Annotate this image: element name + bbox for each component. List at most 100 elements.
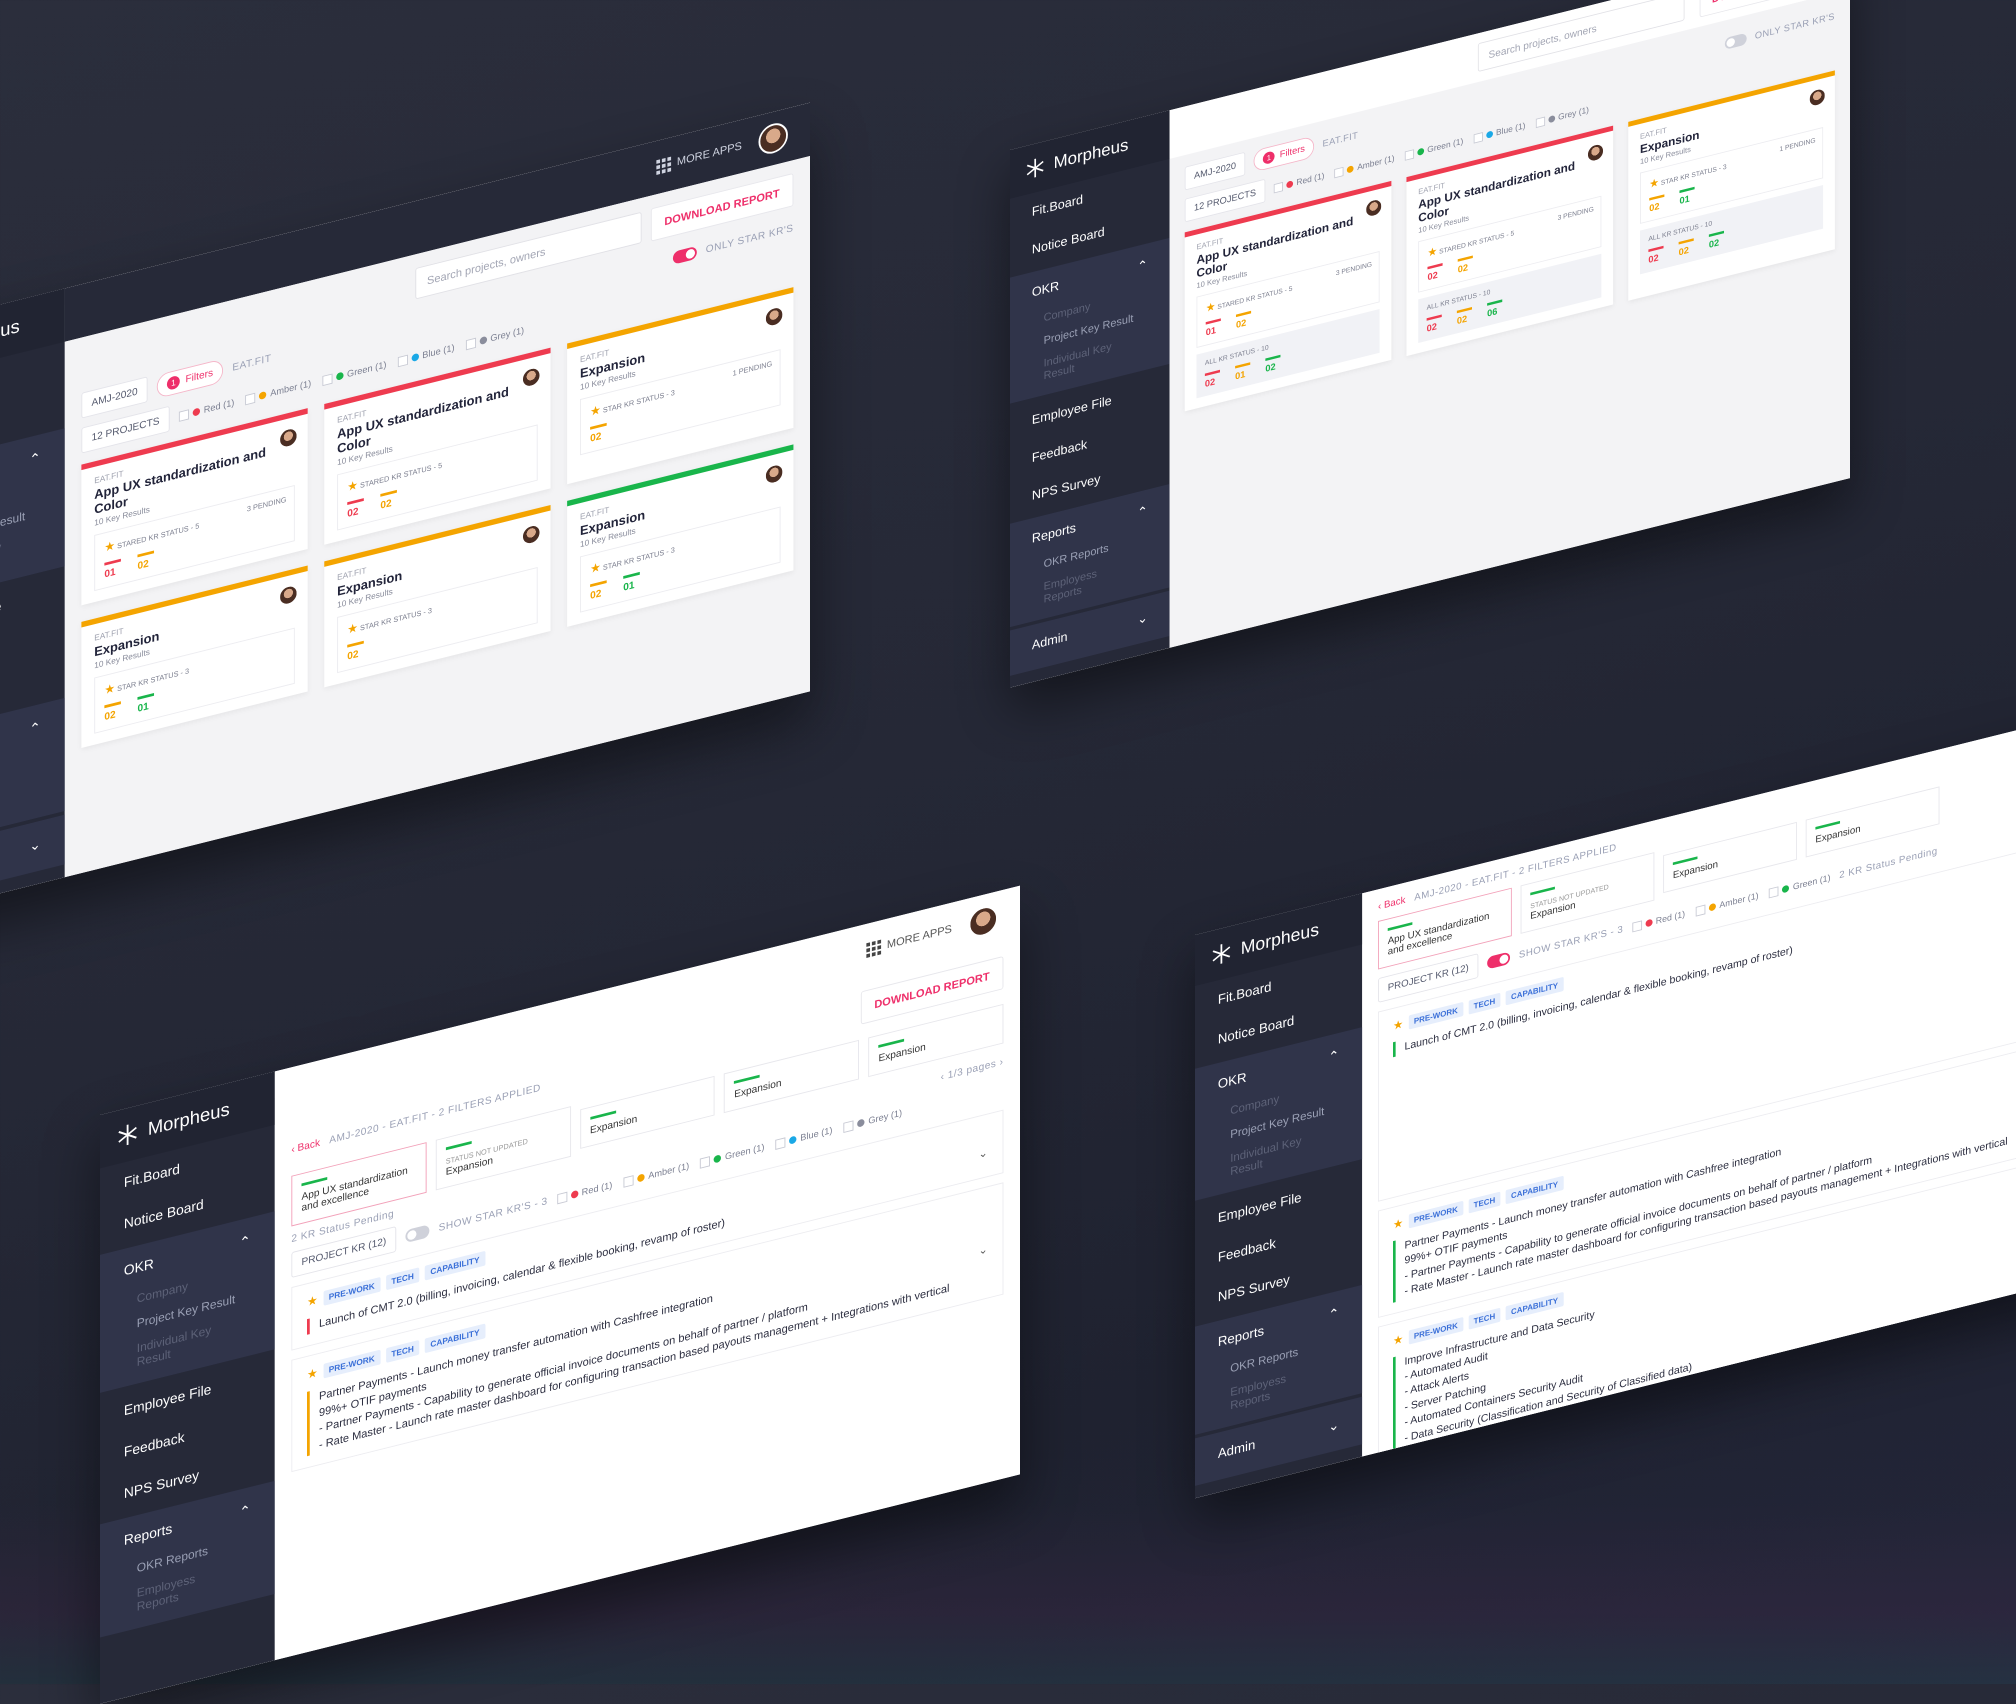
chevron-up-icon[interactable]: ⌃ xyxy=(1137,503,1148,521)
legend-blue[interactable]: Blue (1) xyxy=(397,343,455,367)
brand-name: Morpheus xyxy=(1053,135,1129,173)
sidebar: Morpheus Fit.Board Notice Board OKR⌃ Com… xyxy=(0,288,65,921)
star-icon: ★ xyxy=(347,477,358,494)
back-button[interactable]: ‹ Back xyxy=(1378,895,1405,912)
chevron-up-icon[interactable]: ⌃ xyxy=(29,719,41,738)
chevron-down-icon[interactable]: ⌄ xyxy=(979,1145,988,1160)
avatar[interactable] xyxy=(968,903,998,940)
star-icon: ★ xyxy=(104,680,116,698)
legend-green[interactable]: Green (1) xyxy=(700,1142,764,1169)
legend-grey[interactable]: Grey (1) xyxy=(843,1108,902,1133)
only-star-toggle[interactable] xyxy=(672,245,697,265)
chevron-down-icon[interactable]: ⌄ xyxy=(1137,610,1148,627)
star-icon: ★ xyxy=(307,1292,318,1310)
show-star-toggle[interactable] xyxy=(405,1224,430,1244)
legend-green[interactable]: Green (1) xyxy=(1769,873,1831,898)
chevron-up-icon[interactable]: ⌃ xyxy=(1137,257,1148,275)
back-button[interactable]: ‹ Back xyxy=(291,1137,320,1155)
legend-amber[interactable]: Amber (1) xyxy=(245,378,311,405)
nav-admin[interactable]: Admin xyxy=(1218,1437,1255,1462)
legend-blue[interactable]: Blue (1) xyxy=(775,1125,832,1150)
filters-label: Filters xyxy=(185,367,214,386)
legend-blue[interactable]: Blue (1) xyxy=(1473,121,1525,144)
filters-button[interactable]: 1 Filters xyxy=(156,358,224,399)
star-icon: ★ xyxy=(307,1365,318,1383)
kpi-red: 02 xyxy=(1427,263,1442,283)
nav-okr[interactable]: OKR xyxy=(1032,279,1059,301)
nav-reports[interactable]: Reports xyxy=(1218,1323,1264,1350)
kpi-green: 01 xyxy=(1679,187,1694,207)
nav-reports[interactable]: Reports xyxy=(1032,521,1076,547)
star-icon: ★ xyxy=(347,620,358,637)
chevron-down-icon[interactable]: ⌄ xyxy=(29,835,41,855)
chevron-up-icon[interactable]: ⌃ xyxy=(29,449,41,469)
nav-okr[interactable]: OKR xyxy=(124,1256,154,1280)
legend-amber[interactable]: Amber (1) xyxy=(1334,154,1395,178)
nav-admin[interactable]: Admin xyxy=(1032,630,1068,654)
tag-tech: TECH xyxy=(385,1340,420,1364)
kpi-green: 02 xyxy=(1709,231,1724,251)
kpi-green: 06 xyxy=(1487,299,1502,320)
chevron-up-icon[interactable]: ⌃ xyxy=(239,1232,251,1252)
legend-red[interactable]: Red (1) xyxy=(1273,171,1324,194)
star-icon: ★ xyxy=(104,538,116,555)
chevron-down-icon[interactable]: ⌄ xyxy=(1328,1416,1339,1435)
more-apps-button[interactable]: MORE APPS xyxy=(866,922,952,958)
kpi-green: 01 xyxy=(623,572,640,594)
legend-amber[interactable]: Amber (1) xyxy=(1695,891,1759,917)
legend-red[interactable]: Red (1) xyxy=(178,397,234,422)
nav-okr[interactable]: OKR xyxy=(1218,1070,1247,1093)
sidebar: Morpheus Fit.Board Notice Board OKR⌃ Com… xyxy=(100,1071,275,1704)
only-star-toggle[interactable] xyxy=(1724,32,1747,50)
kpi-amber: 02 xyxy=(1236,311,1251,331)
legend-grey[interactable]: Grey (1) xyxy=(465,325,524,350)
kpi-amber: 02 xyxy=(1457,307,1472,327)
kpi-amber: 02 xyxy=(380,490,397,512)
kpi-red: 02 xyxy=(1648,246,1663,266)
filters-button[interactable]: 1 Filters xyxy=(1253,135,1315,173)
brand-name: Morpheus xyxy=(147,1098,230,1140)
kpi-amber: 01 xyxy=(1235,362,1250,382)
legend-red[interactable]: Red (1) xyxy=(1631,909,1685,933)
legend-green[interactable]: Green (1) xyxy=(322,360,386,386)
more-apps-button[interactable]: MORE APPS xyxy=(656,139,742,175)
tag-prework: PRE-WORK xyxy=(1408,1200,1464,1229)
project-card[interactable]: EAT.FIT Expansion 10 Key Results ★ STAR … xyxy=(1628,70,1835,301)
legend-amber[interactable]: Amber (1) xyxy=(623,1161,689,1188)
tag-prework: PRE-WORK xyxy=(323,1276,381,1306)
more-apps-label: MORE APPS xyxy=(886,922,952,952)
nav-reports[interactable]: Reports xyxy=(124,1521,172,1550)
star-icon: ★ xyxy=(1205,299,1216,315)
app-window: Morpheus Fit.Board Notice Board OKR⌃ Com… xyxy=(0,102,810,921)
filters-count: 1 xyxy=(167,374,180,391)
quarter-select[interactable]: AMJ-2020 xyxy=(81,376,148,419)
star-icon: ★ xyxy=(1427,244,1438,260)
brand-name: Morpheus xyxy=(0,315,20,357)
chevron-down-icon[interactable]: ⌄ xyxy=(979,1242,988,1257)
avatar[interactable] xyxy=(758,120,788,157)
tag-prework: PRE-WORK xyxy=(1408,1001,1464,1030)
kpi-red: 02 xyxy=(1205,370,1220,390)
show-star-toggle[interactable] xyxy=(1487,951,1511,970)
quarter-select[interactable]: AMJ-2020 xyxy=(1184,151,1246,191)
chevron-up-icon[interactable]: ⌃ xyxy=(239,1502,251,1521)
project-card[interactable]: EAT.FIT App UX standardization and Color… xyxy=(1184,180,1392,412)
brand-name: Morpheus xyxy=(1240,919,1320,959)
star-icon: ★ xyxy=(1649,175,1660,191)
tag-prework: PRE-WORK xyxy=(1408,1316,1464,1345)
tag-tech: TECH xyxy=(1468,1191,1501,1214)
legend-red[interactable]: Red (1) xyxy=(556,1180,612,1204)
legend-green[interactable]: Green (1) xyxy=(1404,137,1463,161)
kpi-red: 02 xyxy=(1427,315,1442,335)
filter-eatfit: EAT.FIT xyxy=(232,352,272,374)
chevron-up-icon[interactable]: ⌃ xyxy=(1328,1047,1339,1066)
chevron-up-icon[interactable]: ⌃ xyxy=(1328,1305,1339,1324)
more-apps-label: MORE APPS xyxy=(676,139,742,169)
kpi-amber: 02 xyxy=(1679,238,1694,258)
kpi-amber: 02 xyxy=(104,701,121,723)
project-card[interactable]: EAT.FIT App UX standardization and Color… xyxy=(1406,125,1614,357)
kpi-green: 02 xyxy=(1265,355,1280,375)
only-star-label: ONLY STAR KR'S xyxy=(1754,11,1835,42)
legend-grey[interactable]: Grey (1) xyxy=(1535,105,1589,128)
kpi-amber: 02 xyxy=(590,423,607,445)
